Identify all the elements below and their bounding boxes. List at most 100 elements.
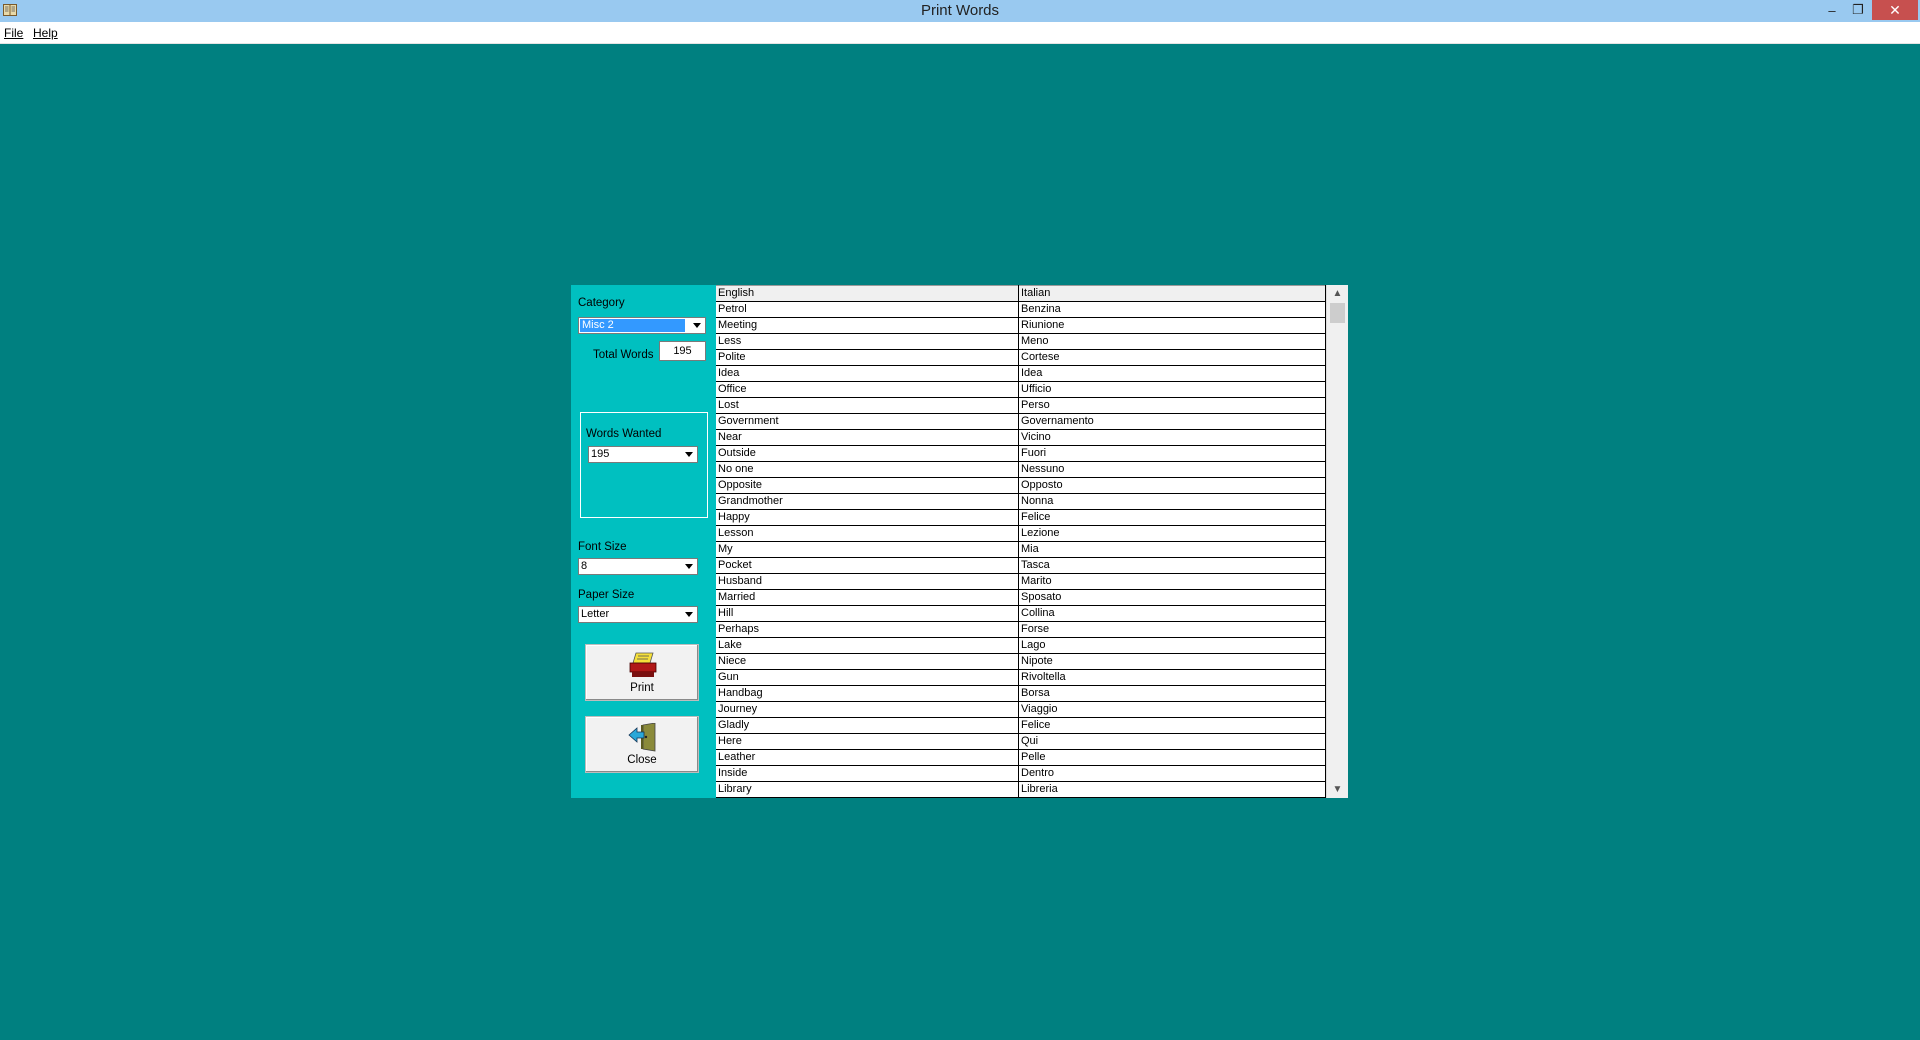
cell-english[interactable]: Meeting bbox=[716, 317, 1019, 334]
cell-italian[interactable]: Felice bbox=[1018, 717, 1326, 734]
cell-italian[interactable]: Fuori bbox=[1018, 445, 1326, 462]
category-select[interactable]: Misc 2 bbox=[578, 317, 706, 334]
table-row[interactable]: Perhaps Forse bbox=[716, 621, 1326, 638]
cell-italian[interactable]: Meno bbox=[1018, 333, 1326, 350]
cell-english[interactable]: Hill bbox=[716, 605, 1019, 622]
table-row[interactable]: Outside Fuori bbox=[716, 445, 1326, 462]
cell-english[interactable]: Lost bbox=[716, 397, 1019, 414]
cell-italian[interactable]: Ufficio bbox=[1018, 381, 1326, 398]
cell-italian[interactable]: Opposto bbox=[1018, 477, 1326, 494]
cell-english[interactable]: Outside bbox=[716, 445, 1019, 462]
cell-english[interactable]: Journey bbox=[716, 701, 1019, 718]
cell-english[interactable]: Government bbox=[716, 413, 1019, 430]
table-row[interactable]: Inside Dentro bbox=[716, 765, 1326, 782]
cell-english[interactable]: Leather bbox=[716, 749, 1019, 766]
cell-italian[interactable]: Borsa bbox=[1018, 685, 1326, 702]
cell-english[interactable]: Handbag bbox=[716, 685, 1019, 702]
column-header-english[interactable]: English bbox=[716, 285, 1019, 302]
cell-english[interactable]: Idea bbox=[716, 365, 1019, 382]
cell-italian[interactable]: Dentro bbox=[1018, 765, 1326, 782]
table-row[interactable]: Library Libreria bbox=[716, 781, 1326, 798]
cell-english[interactable]: My bbox=[716, 541, 1019, 558]
cell-italian[interactable]: Nessuno bbox=[1018, 461, 1326, 478]
cell-italian[interactable]: Vicino bbox=[1018, 429, 1326, 446]
table-row[interactable]: Polite Cortese bbox=[716, 349, 1326, 366]
cell-italian[interactable]: Tasca bbox=[1018, 557, 1326, 574]
table-row[interactable]: Near Vicino bbox=[716, 429, 1326, 446]
cell-english[interactable]: Pocket bbox=[716, 557, 1019, 574]
table-row[interactable]: No one Nessuno bbox=[716, 461, 1326, 478]
table-row[interactable]: Here Qui bbox=[716, 733, 1326, 750]
cell-italian[interactable]: Benzina bbox=[1018, 301, 1326, 318]
cell-english[interactable]: Less bbox=[716, 333, 1019, 350]
cell-italian[interactable]: Collina bbox=[1018, 605, 1326, 622]
cell-italian[interactable]: Pelle bbox=[1018, 749, 1326, 766]
cell-italian[interactable]: Sposato bbox=[1018, 589, 1326, 606]
cell-english[interactable]: Opposite bbox=[716, 477, 1019, 494]
table-row[interactable]: Lost Perso bbox=[716, 397, 1326, 414]
cell-english[interactable]: Petrol bbox=[716, 301, 1019, 318]
vertical-scrollbar[interactable]: ▲ ▼ bbox=[1326, 285, 1348, 798]
cell-english[interactable]: Lake bbox=[716, 637, 1019, 654]
cell-italian[interactable]: Riunione bbox=[1018, 317, 1326, 334]
chevron-down-icon[interactable] bbox=[681, 560, 696, 573]
total-words-field[interactable]: 195 bbox=[659, 341, 706, 361]
cell-italian[interactable]: Libreria bbox=[1018, 781, 1326, 798]
table-row[interactable]: Gladly Felice bbox=[716, 717, 1326, 734]
cell-english[interactable]: Married bbox=[716, 589, 1019, 606]
cell-english[interactable]: Grandmother bbox=[716, 493, 1019, 510]
menu-file[interactable]: File bbox=[4, 26, 23, 40]
table-row[interactable]: Niece Nipote bbox=[716, 653, 1326, 670]
cell-english[interactable]: Happy bbox=[716, 509, 1019, 526]
menu-help[interactable]: Help bbox=[33, 26, 58, 40]
table-row[interactable]: Husband Marito bbox=[716, 573, 1326, 590]
cell-english[interactable]: Gladly bbox=[716, 717, 1019, 734]
table-row[interactable]: Gun Rivoltella bbox=[716, 669, 1326, 686]
cell-italian[interactable]: Perso bbox=[1018, 397, 1326, 414]
cell-italian[interactable]: Nipote bbox=[1018, 653, 1326, 670]
word-grid[interactable]: English Italian Petrol Benzina Meeting Riunio… bbox=[716, 285, 1326, 798]
close-window-button[interactable]: ✕ bbox=[1872, 0, 1918, 20]
table-row[interactable]: Less Meno bbox=[716, 333, 1326, 350]
table-row[interactable]: Handbag Borsa bbox=[716, 685, 1326, 702]
table-row[interactable]: Office Ufficio bbox=[716, 381, 1326, 398]
table-row[interactable]: Petrol Benzina bbox=[716, 301, 1326, 318]
paper-size-select[interactable]: Letter bbox=[578, 606, 698, 623]
cell-english[interactable]: No one bbox=[716, 461, 1019, 478]
table-row[interactable]: Lake Lago bbox=[716, 637, 1326, 654]
scroll-down-icon[interactable]: ▼ bbox=[1327, 781, 1348, 798]
column-header-italian[interactable]: Italian bbox=[1018, 285, 1326, 302]
print-button[interactable]: Print bbox=[585, 644, 699, 701]
cell-english[interactable]: Office bbox=[716, 381, 1019, 398]
cell-italian[interactable]: Viaggio bbox=[1018, 701, 1326, 718]
minimize-button[interactable]: – bbox=[1820, 0, 1844, 20]
table-row[interactable]: Pocket Tasca bbox=[716, 557, 1326, 574]
cell-english[interactable]: Lesson bbox=[716, 525, 1019, 542]
table-row[interactable]: Happy Felice bbox=[716, 509, 1326, 526]
table-row[interactable]: Hill Collina bbox=[716, 605, 1326, 622]
close-button[interactable]: Close bbox=[585, 716, 699, 773]
cell-english[interactable]: Niece bbox=[716, 653, 1019, 670]
cell-italian[interactable]: Governamento bbox=[1018, 413, 1326, 430]
table-row[interactable]: Married Sposato bbox=[716, 589, 1326, 606]
table-row[interactable]: Leather Pelle bbox=[716, 749, 1326, 766]
cell-italian[interactable]: Felice bbox=[1018, 509, 1326, 526]
scroll-thumb[interactable] bbox=[1330, 303, 1345, 323]
cell-english[interactable]: Perhaps bbox=[716, 621, 1019, 638]
table-row[interactable]: Meeting Riunione bbox=[716, 317, 1326, 334]
table-row[interactable]: Lesson Lezione bbox=[716, 525, 1326, 542]
cell-italian[interactable]: Idea bbox=[1018, 365, 1326, 382]
cell-english[interactable]: Gun bbox=[716, 669, 1019, 686]
table-row[interactable]: Opposite Opposto bbox=[716, 477, 1326, 494]
font-size-select[interactable]: 8 bbox=[578, 558, 698, 575]
cell-english[interactable]: Inside bbox=[716, 765, 1019, 782]
cell-italian[interactable]: Rivoltella bbox=[1018, 669, 1326, 686]
cell-english[interactable]: Near bbox=[716, 429, 1019, 446]
cell-english[interactable]: Polite bbox=[716, 349, 1019, 366]
cell-italian[interactable]: Marito bbox=[1018, 573, 1326, 590]
table-row[interactable]: Journey Viaggio bbox=[716, 701, 1326, 718]
chevron-down-icon[interactable] bbox=[681, 448, 696, 461]
restore-button[interactable]: ❐ bbox=[1846, 0, 1870, 20]
table-row[interactable]: Idea Idea bbox=[716, 365, 1326, 382]
cell-italian[interactable]: Nonna bbox=[1018, 493, 1326, 510]
